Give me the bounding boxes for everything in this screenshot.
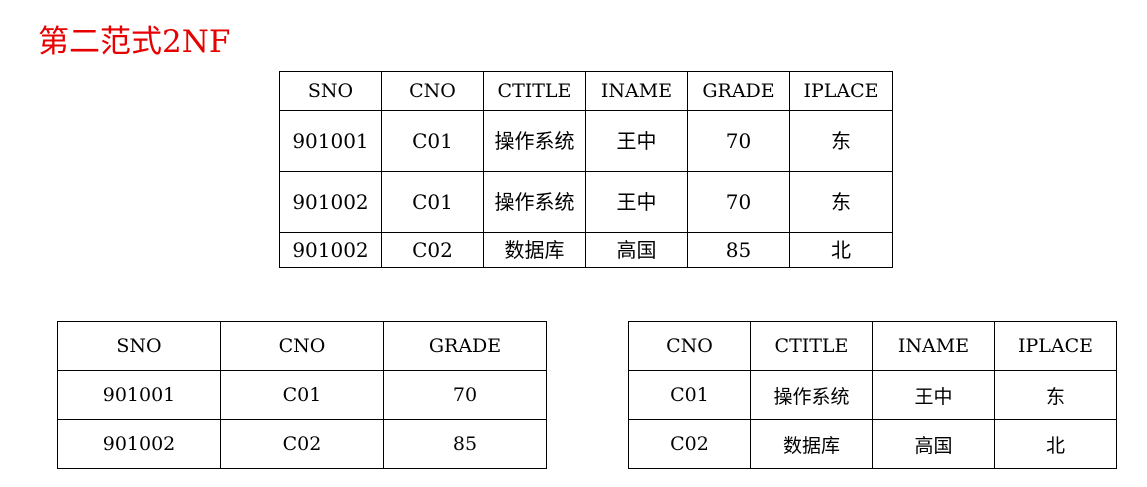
cell-iname: 王中 — [872, 370, 995, 420]
cell-ctitle: 操作系统 — [750, 370, 873, 420]
cell-cno: C01 — [381, 110, 484, 172]
cell-iname: 高国 — [585, 232, 688, 268]
cell-iplace: 北 — [789, 232, 893, 268]
header-grade: GRADE — [383, 321, 547, 371]
header-grade: GRADE — [687, 71, 790, 111]
table-row: 901002 C02 85 — [57, 419, 547, 469]
header-sno: SNO — [57, 321, 221, 371]
cell-iname: 王中 — [585, 110, 688, 172]
table-row: 901001 C01 70 — [57, 370, 547, 420]
header-ctitle: CTITLE — [483, 71, 586, 111]
header-ctitle: CTITLE — [750, 321, 873, 371]
cell-ctitle: 数据库 — [483, 232, 586, 268]
cell-cno: C01 — [628, 370, 751, 420]
header-sno: SNO — [279, 71, 382, 111]
header-cno: CNO — [628, 321, 751, 371]
table-sc-grade: SNO CNO GRADE 901001 C01 70 901002 C02 8… — [57, 321, 547, 469]
cell-cno: C02 — [628, 419, 751, 469]
cell-cno: C01 — [220, 370, 384, 420]
cell-ctitle: 数据库 — [750, 419, 873, 469]
table-row: 901001 C01 操作系统 王中 70 东 — [279, 110, 893, 172]
header-cno: CNO — [220, 321, 384, 371]
table-row: 901002 C01 操作系统 王中 70 东 — [279, 171, 893, 233]
header-cno: CNO — [381, 71, 484, 111]
table-row: C01 操作系统 王中 东 — [628, 370, 1117, 420]
cell-grade: 85 — [383, 419, 547, 469]
cell-cno: C01 — [381, 171, 484, 233]
table-row: C02 数据库 高国 北 — [628, 419, 1117, 469]
cell-grade: 70 — [687, 110, 790, 172]
table-header-row: CNO CTITLE INAME IPLACE — [628, 321, 1117, 371]
cell-iname: 王中 — [585, 171, 688, 233]
cell-iname: 高国 — [872, 419, 995, 469]
cell-cno: C02 — [381, 232, 484, 268]
cell-iplace: 北 — [994, 419, 1117, 469]
table-row: 901002 C02 数据库 高国 85 北 — [279, 232, 893, 268]
cell-cno: C02 — [220, 419, 384, 469]
cell-ctitle: 操作系统 — [483, 110, 586, 172]
cell-grade: 70 — [687, 171, 790, 233]
cell-iplace: 东 — [994, 370, 1117, 420]
cell-iplace: 东 — [789, 110, 893, 172]
cell-sno: 901001 — [57, 370, 221, 420]
cell-iplace: 东 — [789, 171, 893, 233]
cell-sno: 901002 — [279, 232, 382, 268]
header-iname: INAME — [585, 71, 688, 111]
table-header-row: SNO CNO CTITLE INAME GRADE IPLACE — [279, 71, 893, 111]
cell-sno: 901002 — [279, 171, 382, 233]
table-header-row: SNO CNO GRADE — [57, 321, 547, 371]
page-title: 第二范式2NF — [38, 24, 231, 60]
cell-grade: 70 — [383, 370, 547, 420]
table-2nf-original: SNO CNO CTITLE INAME GRADE IPLACE 901001… — [279, 71, 893, 268]
cell-sno: 901002 — [57, 419, 221, 469]
header-iplace: IPLACE — [994, 321, 1117, 371]
header-iplace: IPLACE — [789, 71, 893, 111]
header-iname: INAME — [872, 321, 995, 371]
cell-ctitle: 操作系统 — [483, 171, 586, 233]
table-course-info: CNO CTITLE INAME IPLACE C01 操作系统 王中 东 C0… — [628, 321, 1117, 469]
cell-grade: 85 — [687, 232, 790, 268]
cell-sno: 901001 — [279, 110, 382, 172]
